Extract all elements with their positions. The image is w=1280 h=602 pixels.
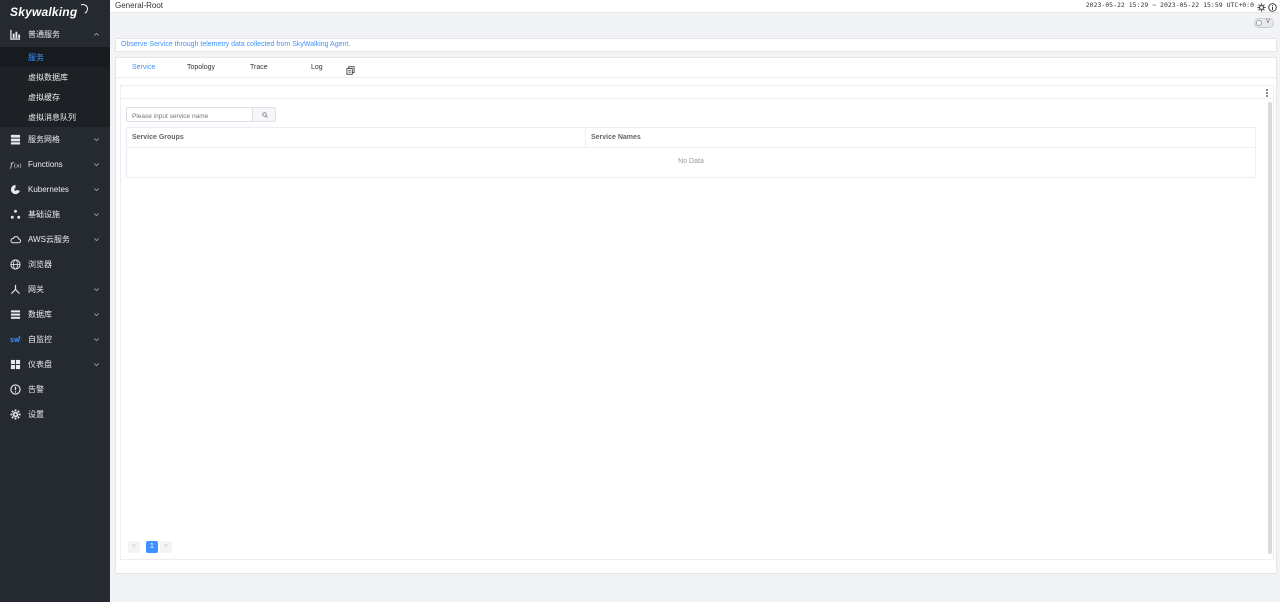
sidebar-item-label: 设置 [28,410,44,419]
sidebar-item-label: 基础设施 [28,210,60,219]
top-bar: General-Root 2023-05-22 15:29 ~ 2023-05-… [110,0,1280,13]
tab-topology[interactable]: Topology [187,64,215,71]
dashboard-icon [10,359,21,370]
tab-log[interactable]: Log [311,64,323,71]
service-list-widget: Service Groups Service Names No Data < 1… [120,85,1274,560]
chevron-down-icon [93,286,100,293]
svg-text:(x): (x) [14,164,21,170]
page-number-button[interactable]: 1 [146,541,158,553]
toggle-knob [1256,20,1262,26]
cloud-icon [10,234,21,245]
breadcrumb[interactable]: General-Root [115,1,163,10]
tab-service[interactable]: Service [132,64,155,71]
sidebar-item-label: 告警 [28,385,44,394]
chevron-down-icon [93,136,100,143]
sidebar-item-label: 数据库 [28,310,52,319]
sidebar-item-1[interactable]: 服务网格 [0,127,110,152]
search-icon [262,112,268,118]
skywalking-logo[interactable]: Skywalking [0,0,110,22]
sidebar-item-0[interactable]: 普通服务 [0,22,110,47]
sidebar-menu: 普通服务服务 虚拟数据库 虚拟缓存 虚拟消息队列服务网格 f (x) Functions Ku… [0,22,110,427]
sidebar-item-6[interactable]: 浏览器 [0,252,110,277]
prev-page-button[interactable]: < [128,541,140,553]
globe-icon [10,259,21,270]
view-mode-toggle[interactable]: V [1254,18,1274,28]
submenu-item-0[interactable]: 服务 [0,47,110,67]
sidebar-item-12[interactable]: 设置 [0,402,110,427]
column-header-service-names: Service Names [591,134,641,141]
chevron-down-icon [93,211,100,218]
sidebar-item-label: 自监控 [28,335,52,344]
sidebar-item-5[interactable]: AWS云服务 [0,227,110,252]
submenu-item-1[interactable]: 虚拟数据库 [0,67,110,87]
chevron-down-icon [93,361,100,368]
server-stack-icon [10,134,21,145]
sidebar-item-3[interactable]: Kubernetes [0,177,110,202]
sidebar-item-label: Functions [28,160,63,169]
info-icon[interactable] [1268,1,1277,12]
sidebar-item-label: 服务网格 [28,135,60,144]
logo-text: Skywalking [10,5,78,19]
chevron-down-icon [93,336,100,343]
chevron-up-icon [93,31,100,38]
copy-icon[interactable] [346,64,355,75]
sidebar-item-label: 网关 [28,285,44,294]
widget-header [121,86,1273,99]
column-header-service-groups: Service Groups [132,134,184,141]
sidebar-item-7[interactable]: 网关 [0,277,110,302]
sidebar: Skywalking 普通服务服务 虚拟数据库 虚拟缓存 虚拟消息队列服务网格 f (x)… [0,0,110,602]
nodes-icon [10,209,21,220]
toggle-label: V [1265,19,1270,25]
logo-swirl-icon [76,2,90,16]
sidebar-item-11[interactable]: 告警 [0,377,110,402]
sidebar-item-label: 浏览器 [28,260,52,269]
dashboard-panel: Service Topology Trace Log Service Group… [115,57,1277,574]
sidebar-item-label: Kubernetes [28,185,69,194]
gear-icon [10,409,21,420]
submenu: 服务 虚拟数据库 虚拟缓存 虚拟消息队列 [0,47,110,127]
svg-text:SW: SW [10,338,20,344]
database-icon [10,309,21,320]
service-search-input[interactable] [126,107,253,122]
chevron-down-icon [93,161,100,168]
search-button[interactable] [252,107,276,122]
function-icon: f (x) [10,159,21,170]
sidebar-item-label: 仪表盘 [28,360,52,369]
column-divider [585,128,586,148]
sidebar-item-label: 普通服务 [28,30,60,39]
submenu-item-3[interactable]: 虚拟消息队列 [0,107,110,127]
submenu-item-2[interactable]: 虚拟缓存 [0,87,110,107]
tab-trace[interactable]: Trace [250,64,268,71]
kubernetes-icon [10,184,21,195]
more-options-icon[interactable] [1265,88,1269,98]
time-range-picker[interactable]: 2023-05-22 15:29 ~ 2023-05-22 15:59 UTC+… [1086,1,1254,9]
dashboard-tabs: Service Topology Trace Log [116,58,1276,78]
time-range-text: 2023-05-22 15:29 ~ 2023-05-22 15:59 [1085,1,1223,9]
sidebar-item-4[interactable]: 基础设施 [0,202,110,227]
next-page-button[interactable]: > [160,541,172,553]
chevron-down-icon [93,311,100,318]
self-monitor-icon: SW [10,334,21,345]
service-table: Service Groups Service Names No Data [126,127,1256,178]
sidebar-item-8[interactable]: 数据库 [0,302,110,327]
sidebar-item-label: AWS云服务 [28,235,70,244]
gateway-icon [10,284,21,295]
chart-icon [10,29,21,40]
layer-description: Observe Service through telemetry data c… [121,41,351,48]
settings-cog-icon[interactable] [1257,1,1266,12]
sidebar-item-9[interactable]: SW 自监控 [0,327,110,352]
toolbar-row: V [110,13,1280,35]
alert-icon [10,384,21,395]
timezone-text: UTC+0:0 [1226,1,1254,9]
chevron-down-icon [93,186,100,193]
chevron-down-icon [93,236,100,243]
scrollbar[interactable] [1268,102,1272,554]
table-header: Service Groups Service Names [127,128,1255,148]
layer-description-bar: Observe Service through telemetry data c… [115,38,1277,52]
empty-state-text: No Data [678,158,704,165]
sidebar-item-2[interactable]: f (x) Functions [0,152,110,177]
sidebar-item-10[interactable]: 仪表盘 [0,352,110,377]
